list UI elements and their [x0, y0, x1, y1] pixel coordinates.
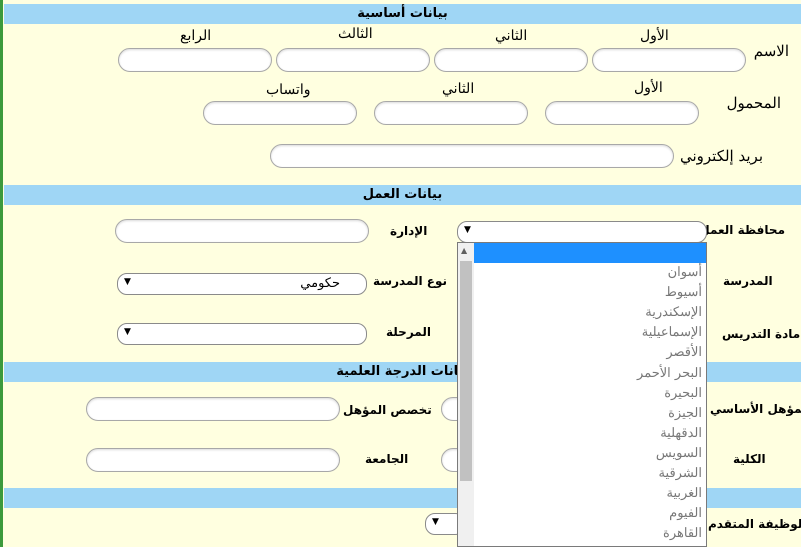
mobile-label: المحمول [726, 94, 781, 112]
dropdown-scrollbar[interactable]: ▲ [458, 243, 474, 546]
dropdown-option[interactable]: الفيوم [474, 504, 706, 524]
dropdown-options: أسوان أسيوط الإسكندرية الإسماعيلية الأقصر الب… [474, 243, 706, 544]
dropdown-option[interactable]: الإسماعيلية [474, 323, 706, 343]
governorate-label: محافظة العمل [699, 223, 785, 237]
faculty-label: الكلية [733, 452, 766, 466]
name-second-input[interactable] [434, 48, 588, 72]
page-left-border [0, 0, 3, 547]
specialization-label: تخصص المؤهل [343, 403, 432, 417]
chevron-down-icon: ▼ [432, 517, 439, 527]
whatsapp-input[interactable] [203, 101, 357, 125]
administration-label: الإدارة [390, 224, 428, 238]
name-first-label: الأول [640, 28, 669, 44]
dropdown-option[interactable]: أسوان [474, 263, 706, 283]
governorate-select[interactable]: ▼ [457, 221, 707, 243]
dropdown-option[interactable]: الدقهلية [474, 424, 706, 444]
dropdown-option[interactable]: الأقصر [474, 343, 706, 363]
scrollbar-thumb[interactable] [460, 261, 472, 481]
dropdown-option[interactable]: البحيرة [474, 384, 706, 404]
mobile-first-label: الأول [634, 80, 663, 96]
university-input[interactable] [86, 448, 340, 472]
whatsapp-label: واتساب [266, 82, 311, 98]
dropdown-option[interactable]: السويس [474, 444, 706, 464]
name-fourth-input[interactable] [118, 48, 272, 72]
dropdown-option[interactable]: البحر الأحمر [474, 364, 706, 384]
dropdown-option[interactable]: الشرقية [474, 464, 706, 484]
dropdown-option[interactable] [474, 243, 706, 264]
chevron-down-icon: ▼ [464, 225, 471, 235]
name-first-input[interactable] [592, 48, 746, 72]
applied-job-label: الوظيفة المتقدم [708, 517, 801, 531]
name-fourth-label: الرابع [180, 28, 212, 44]
section-header-basic: بيانات أساسية [4, 4, 801, 24]
stage-label: المرحلة [386, 325, 431, 339]
mobile-first-input[interactable] [545, 101, 699, 125]
dropdown-option[interactable]: الجيزة [474, 404, 706, 424]
mobile-second-label: الثاني [442, 81, 475, 97]
name-second-label: الثاني [495, 28, 528, 44]
administration-input[interactable] [115, 219, 369, 243]
dropdown-option[interactable]: القاهرة [474, 524, 706, 544]
chevron-down-icon: ▼ [124, 327, 131, 337]
school-label: المدرسة [723, 274, 773, 288]
section-header-work: بيانات العمل [4, 185, 801, 205]
dropdown-option[interactable]: الغربية [474, 484, 706, 504]
school-type-label: نوع المدرسة [373, 274, 447, 288]
specialization-input[interactable] [86, 397, 340, 421]
stage-select[interactable]: ▼ [117, 323, 367, 345]
dropdown-option[interactable]: أسيوط [474, 283, 706, 303]
email-label: بريد إلكتروني [679, 147, 763, 165]
subject-label: مادة التدريس [722, 327, 801, 341]
dropdown-option[interactable]: الإسكندرية [474, 303, 706, 323]
name-third-input[interactable] [276, 48, 430, 72]
name-third-label: الثالث [338, 26, 373, 42]
name-label: الاسم [753, 42, 789, 60]
chevron-down-icon: ▼ [124, 277, 131, 287]
mobile-second-input[interactable] [374, 101, 528, 125]
scroll-up-icon[interactable]: ▲ [461, 246, 467, 255]
basic-qualification-label: المؤهل الأساسي [710, 402, 801, 416]
governorate-dropdown-list[interactable]: ▲ أسوان أسيوط الإسكندرية الإسماعيلية الأقصر ا… [457, 242, 707, 547]
school-type-value: حكومي [300, 276, 340, 291]
university-label: الجامعة [365, 452, 409, 466]
school-type-select[interactable]: ▼ حكومي [117, 273, 367, 295]
email-input[interactable] [270, 144, 674, 168]
